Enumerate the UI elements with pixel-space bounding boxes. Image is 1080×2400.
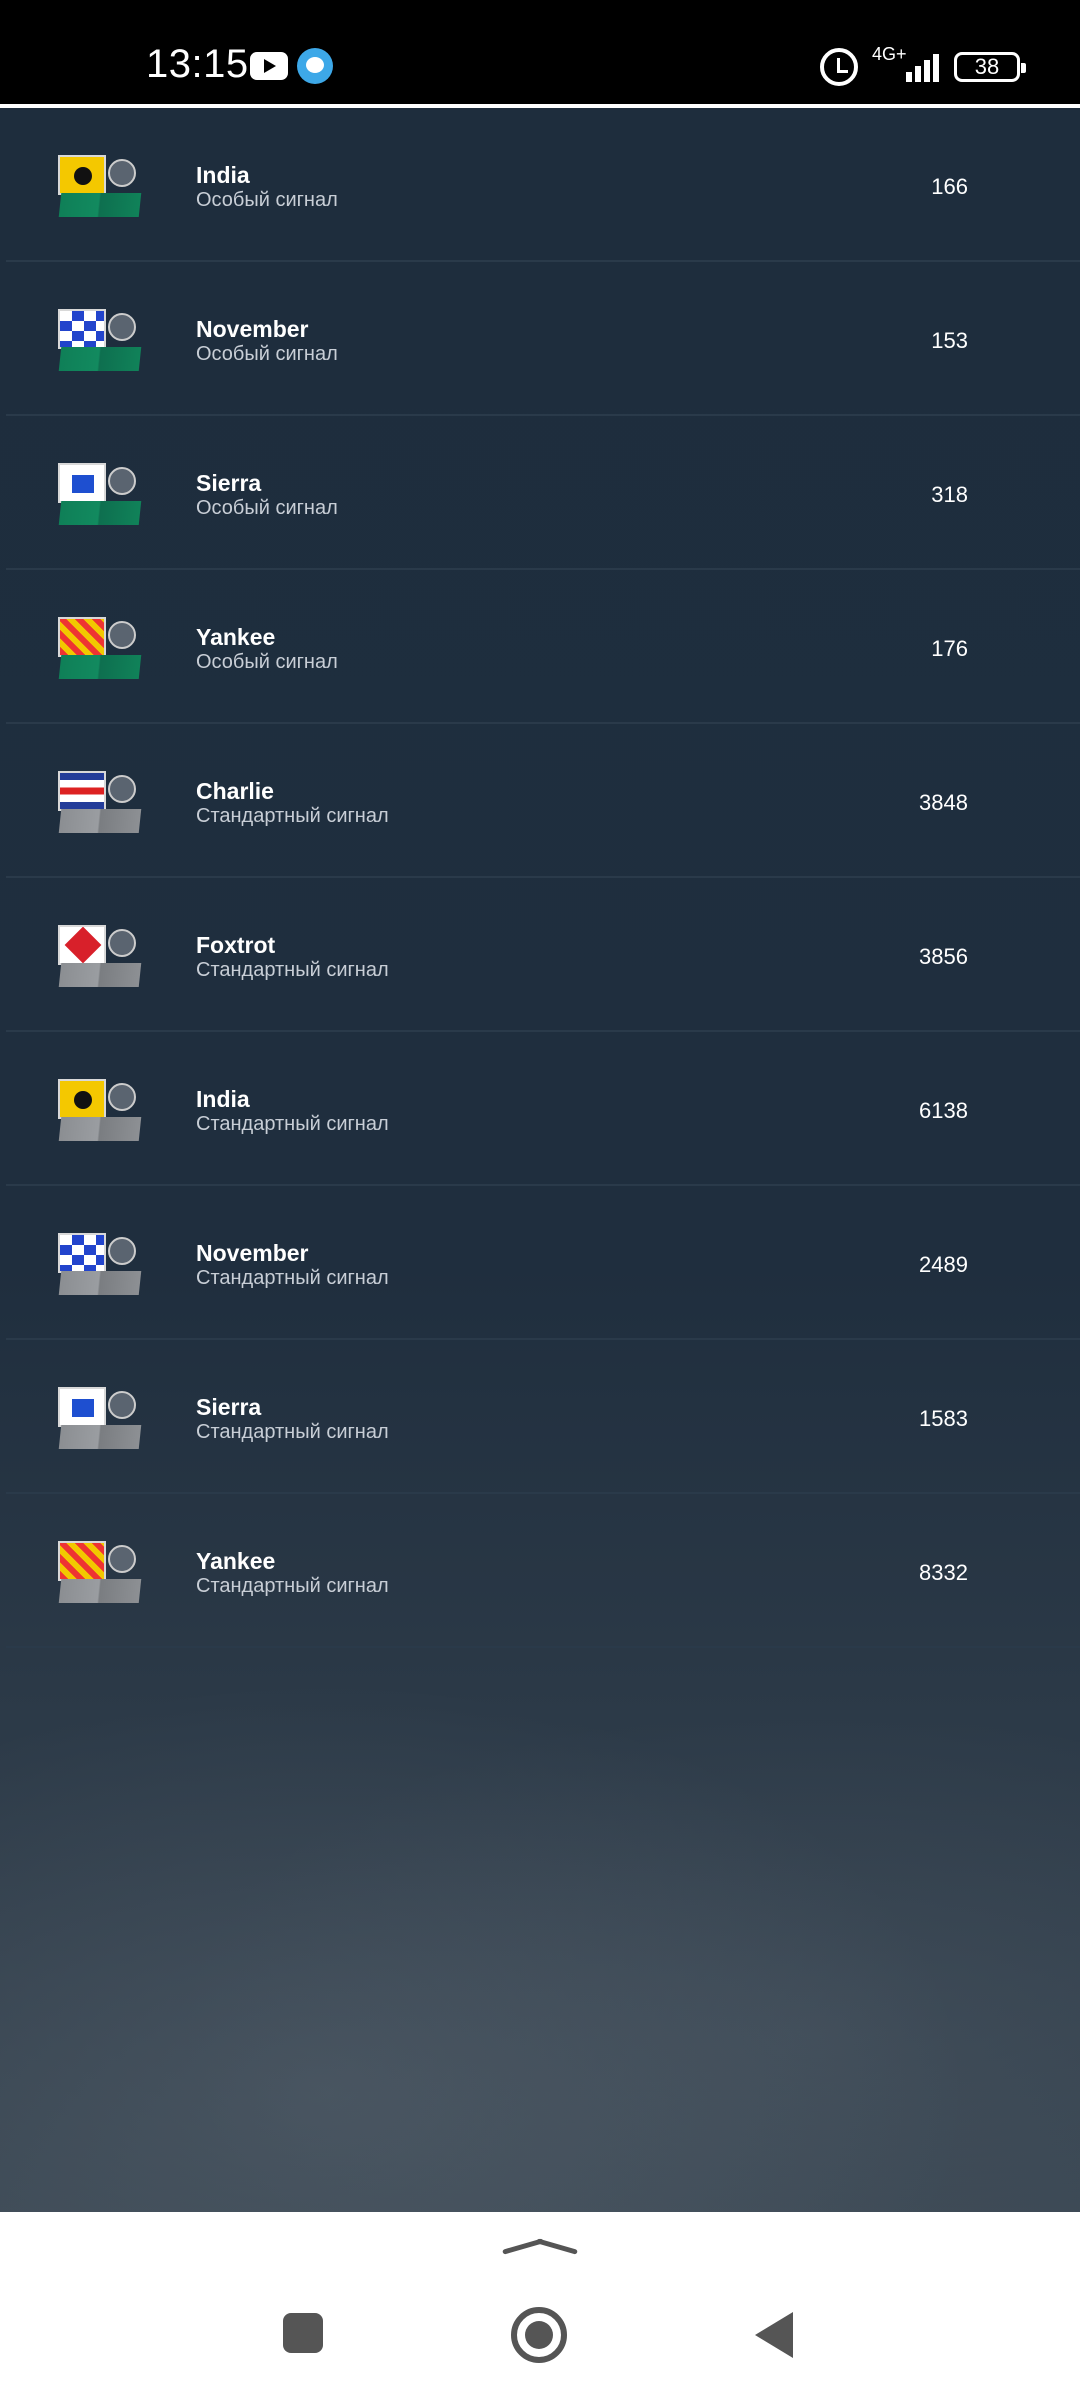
signal-type: Особый сигнал [196, 189, 338, 211]
radar-icon [106, 155, 138, 191]
battery-level: 38 [974, 54, 1000, 79]
list-item[interactable]: Sierra Стандартный сигнал 1583 [6, 1340, 1080, 1494]
flag-icon [58, 155, 106, 195]
messenger-icon [297, 48, 333, 84]
signal-flag-icon [54, 923, 146, 991]
list-item[interactable]: India Особый сигнал 166 [6, 108, 1080, 262]
battery-icon: 38 [954, 52, 1026, 82]
signal-name: November [196, 316, 309, 342]
signal-flag-icon [54, 615, 146, 683]
back-button[interactable] [755, 2312, 793, 2358]
signal-type: Стандартный сигнал [196, 1575, 389, 1597]
flag-icon [58, 617, 106, 657]
signal-type: Особый сигнал [196, 343, 338, 365]
signal-type: Стандартный сигнал [196, 959, 389, 981]
explosion-icon [106, 617, 138, 653]
flag-icon [58, 309, 106, 349]
signal-count: 2489 [919, 1252, 968, 1277]
flag-icon [58, 925, 106, 965]
chevron-up-icon[interactable] [502, 2232, 578, 2256]
signal-type: Стандартный сигнал [196, 1113, 389, 1135]
signal-count: 153 [931, 328, 968, 353]
radar-icon [106, 1079, 138, 1115]
signal-count: 3856 [919, 944, 968, 969]
recent-apps-button[interactable] [283, 2313, 323, 2353]
list-item[interactable]: Yankee Стандартный сигнал 8332 [6, 1494, 1080, 1648]
flag-icon [58, 771, 106, 811]
list-item[interactable]: Yankee Особый сигнал 176 [6, 570, 1080, 724]
signal-name: November [196, 1240, 309, 1266]
signal-type: Стандартный сигнал [196, 1267, 389, 1289]
signal-base-icon [58, 1579, 142, 1603]
signal-type: Особый сигнал [196, 497, 338, 519]
list-item[interactable]: India Стандартный сигнал 6138 [6, 1032, 1080, 1186]
signal-type: Стандартный сигнал [196, 1421, 389, 1443]
signal-flag-icon [54, 1385, 146, 1453]
tools-icon [106, 1233, 138, 1269]
signal-base-icon [58, 193, 142, 217]
home-button[interactable] [511, 2307, 567, 2363]
list-item[interactable]: November Стандартный сигнал 2489 [6, 1186, 1080, 1340]
signal-name: Sierra [196, 470, 262, 496]
signal-base-icon [58, 1425, 142, 1449]
signal-base-icon [58, 347, 142, 371]
navigation-bar [0, 2212, 1080, 2400]
shield-icon [106, 771, 138, 807]
signal-flag-icon [54, 153, 146, 221]
tools-icon [106, 309, 138, 345]
signal-icon [900, 52, 942, 82]
signal-base-icon [58, 963, 142, 987]
status-time: 13:15 [146, 42, 249, 86]
signal-flag-icon [54, 1539, 146, 1607]
youtube-icon [250, 52, 288, 80]
signal-name: India [196, 162, 250, 188]
signal-base-icon [58, 655, 142, 679]
list-item[interactable]: November Особый сигнал 153 [6, 262, 1080, 416]
flag-icon [58, 1541, 106, 1581]
signal-base-icon [58, 1117, 142, 1141]
signal-count: 1583 [919, 1406, 968, 1431]
explosion-icon [106, 1541, 138, 1577]
signal-name: Yankee [196, 624, 276, 650]
signal-name: Foxtrot [196, 932, 276, 958]
signal-count: 166 [931, 174, 968, 199]
list-item[interactable]: Charlie Стандартный сигнал 3848 [6, 724, 1080, 878]
signal-base-icon [58, 1271, 142, 1295]
target-icon [106, 925, 138, 961]
signal-list[interactable]: India Особый сигнал 166 November Особый сигн… [0, 108, 1080, 2212]
alarm-icon [820, 48, 858, 86]
signal-count: 6138 [919, 1098, 968, 1123]
signal-name: India [196, 1086, 250, 1112]
status-bar: 13:15 4G+ 38 [0, 0, 1080, 104]
flag-icon [58, 463, 106, 503]
signal-type: Особый сигнал [196, 651, 338, 673]
signal-name: Charlie [196, 778, 274, 804]
background-fog [0, 1612, 1080, 2212]
signal-flag-icon [54, 769, 146, 837]
flag-icon [58, 1387, 106, 1427]
signal-count: 318 [931, 482, 968, 507]
signal-flag-icon [54, 1077, 146, 1145]
signal-flag-icon [54, 461, 146, 529]
signal-flag-icon [54, 307, 146, 375]
signal-type: Стандартный сигнал [196, 805, 389, 827]
signal-name: Sierra [196, 1394, 262, 1420]
signal-count: 176 [931, 636, 968, 661]
signal-base-icon [58, 501, 142, 525]
signal-count: 3848 [919, 790, 968, 815]
signal-flag-icon [54, 1231, 146, 1299]
list-item[interactable]: Foxtrot Стандартный сигнал 3856 [6, 878, 1080, 1032]
flag-icon [58, 1233, 106, 1273]
flag-icon [58, 1079, 106, 1119]
signal-name: Yankee [196, 1548, 276, 1574]
speedometer-icon [106, 463, 138, 499]
speedometer-icon [106, 1387, 138, 1423]
list-item[interactable]: Sierra Особый сигнал 318 [6, 416, 1080, 570]
signal-base-icon [58, 809, 142, 833]
signal-count: 8332 [919, 1560, 968, 1585]
